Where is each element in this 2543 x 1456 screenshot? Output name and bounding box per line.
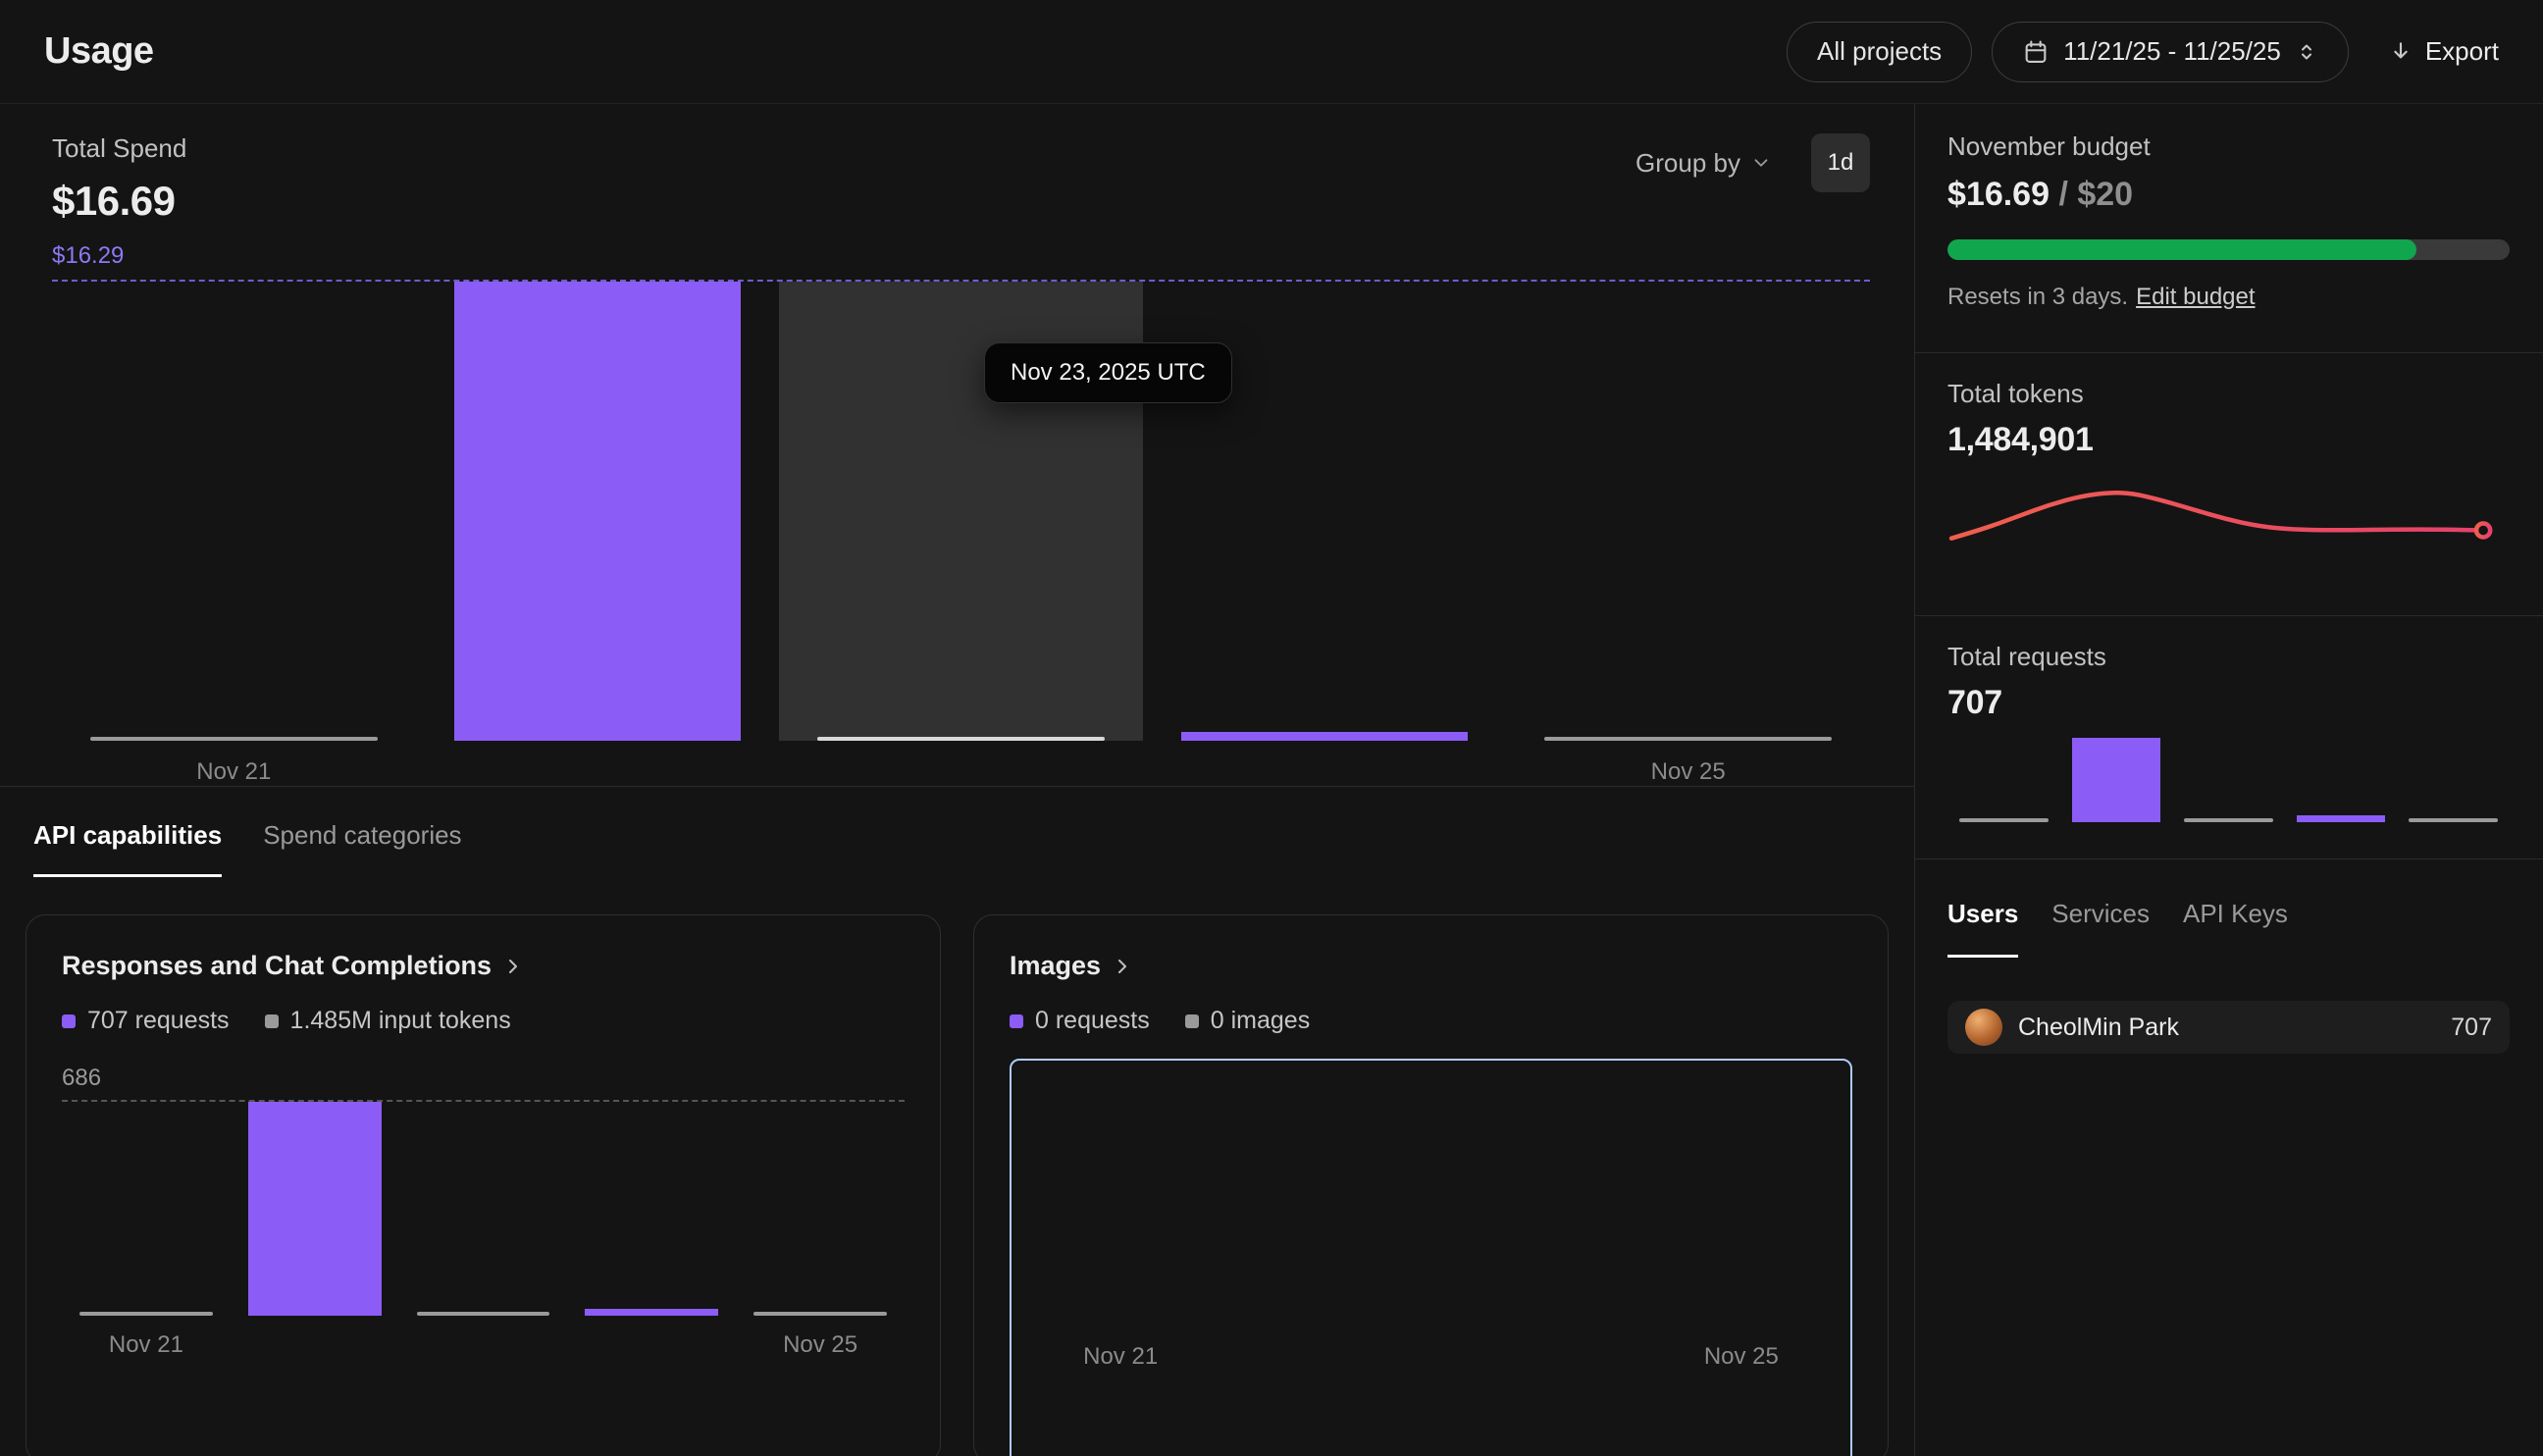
- responses-card-title[interactable]: Responses and Chat Completions: [62, 951, 905, 981]
- images-card: Images 0 requests: [973, 914, 1889, 1456]
- budget-progress-bar: [1947, 239, 2510, 260]
- spend-x-axis: Nov 21 Nov 25: [52, 758, 1870, 786]
- responses-x-axis: Nov 21 Nov 25: [62, 1331, 905, 1359]
- date-range-picker[interactable]: 11/21/25 - 11/25/25: [1992, 22, 2349, 82]
- total-spend-chart[interactable]: Nov 23, 2025 UTC: [52, 280, 1870, 741]
- images-legend: 0 requests 0 images: [1010, 1007, 1852, 1035]
- capabilities-tabs: API capabilities Spend categories: [26, 820, 1889, 877]
- tab-users[interactable]: Users: [1947, 899, 2018, 958]
- images-chart[interactable]: Nov 21 Nov 25: [1010, 1059, 1852, 1456]
- tab-services[interactable]: Services: [2051, 899, 2150, 958]
- total-requests-label: Total requests: [1947, 642, 2510, 672]
- responses-max-label: 686: [62, 1065, 905, 1092]
- group-by-label: Group by: [1635, 148, 1740, 179]
- user-name: CheolMin Park: [2018, 1014, 2179, 1042]
- capabilities-section: API capabilities Spend categories Respon…: [0, 787, 1914, 1456]
- tab-spend-categories[interactable]: Spend categories: [263, 820, 461, 877]
- tokens-swatch: [265, 1014, 279, 1028]
- requests-section: Total requests 707: [1915, 616, 2543, 859]
- requests-swatch: [62, 1014, 76, 1028]
- chart-tooltip: Nov 23, 2025 UTC: [984, 342, 1232, 403]
- total-requests-value: 707: [1947, 684, 2510, 722]
- images-swatch: [1185, 1014, 1199, 1028]
- images-card-title[interactable]: Images: [1010, 951, 1852, 981]
- budget-progress-fill: [1947, 239, 2416, 260]
- requests-swatch: [1010, 1014, 1023, 1028]
- total-spend-value: $16.69: [52, 178, 186, 225]
- legend-item: 1.485M input tokens: [265, 1007, 511, 1035]
- calendar-icon: [2022, 38, 2050, 66]
- user-row[interactable]: CheolMin Park 707: [1947, 1001, 2510, 1054]
- x-tick-label: Nov 21: [52, 758, 416, 786]
- chevrons-updown-icon: [2295, 40, 2318, 64]
- legend-item: 0 images: [1185, 1007, 1310, 1035]
- export-label: Export: [2425, 36, 2499, 67]
- total-spend-panel: Total Spend $16.69 Group by 1d $: [0, 104, 1914, 787]
- header-actions: All projects 11/21/25 - 11/25/25 Export: [1787, 22, 2499, 82]
- date-range-value: 11/21/25 - 11/25/25: [2063, 36, 2281, 67]
- group-by-button[interactable]: Group by: [1635, 148, 1772, 179]
- legend-item: 0 requests: [1010, 1007, 1150, 1035]
- responses-card: Responses and Chat Completions 707 reque…: [26, 914, 941, 1456]
- x-tick-label: Nov 21: [1083, 1343, 1158, 1371]
- total-spend-summary: Total Spend $16.69: [52, 133, 186, 225]
- x-tick-label: Nov 25: [1704, 1343, 1779, 1371]
- x-tick-label: Nov 25: [1506, 758, 1870, 786]
- main-panel: Total Spend $16.69 Group by 1d $: [0, 104, 1914, 1456]
- breakdown-section: Users Services API Keys CheolMin Park 70…: [1915, 859, 2543, 1456]
- tokens-sparkline: [1947, 473, 2510, 567]
- all-projects-button[interactable]: All projects: [1787, 22, 1972, 82]
- responses-legend: 707 requests 1.485M input tokens: [62, 1007, 905, 1035]
- requests-mini-chart: [1947, 738, 2510, 822]
- chart-controls: Group by 1d: [1635, 133, 1870, 192]
- spend-threshold-label: $16.29: [52, 242, 1870, 270]
- tab-api-capabilities[interactable]: API capabilities: [33, 820, 222, 877]
- budget-section: November budget $16.69 / $20 Resets in 3…: [1915, 104, 2543, 353]
- capability-cards: Responses and Chat Completions 707 reque…: [26, 914, 1889, 1456]
- responses-chart[interactable]: [62, 1100, 905, 1316]
- interval-1d-button[interactable]: 1d: [1811, 133, 1870, 192]
- x-tick-label: Nov 25: [736, 1331, 905, 1359]
- edit-budget-link[interactable]: Edit budget: [2136, 284, 2255, 310]
- user-request-count: 707: [2451, 1014, 2492, 1042]
- budget-limit: / $20: [2050, 176, 2133, 213]
- legend-item: 707 requests: [62, 1007, 230, 1035]
- chevron-right-icon: [1111, 955, 1134, 978]
- budget-spent: $16.69: [1947, 176, 2050, 213]
- export-button[interactable]: Export: [2388, 36, 2499, 67]
- total-spend-label: Total Spend: [52, 133, 186, 164]
- all-projects-label: All projects: [1817, 36, 1942, 67]
- budget-title: November budget: [1947, 131, 2510, 162]
- tokens-section: Total tokens 1,484,901: [1915, 353, 2543, 616]
- x-tick-label: Nov 21: [62, 1331, 231, 1359]
- tab-api-keys[interactable]: API Keys: [2183, 899, 2288, 958]
- page-title: Usage: [44, 30, 154, 73]
- header: Usage All projects 11/21/25 - 11/25/25: [0, 0, 2543, 104]
- download-icon: [2388, 39, 2413, 65]
- total-tokens-value: 1,484,901: [1947, 421, 2510, 459]
- sidebar: November budget $16.69 / $20 Resets in 3…: [1914, 104, 2543, 1456]
- breakdown-tabs: Users Services API Keys: [1947, 899, 2510, 958]
- budget-reset-line: Resets in 3 days.Edit budget: [1947, 284, 2510, 311]
- avatar: [1965, 1009, 2002, 1046]
- chevron-down-icon: [1750, 152, 1772, 174]
- total-tokens-label: Total tokens: [1947, 379, 2510, 409]
- budget-amount: $16.69 / $20: [1947, 176, 2510, 214]
- content: Total Spend $16.69 Group by 1d $: [0, 104, 2543, 1456]
- chevron-right-icon: [501, 955, 525, 978]
